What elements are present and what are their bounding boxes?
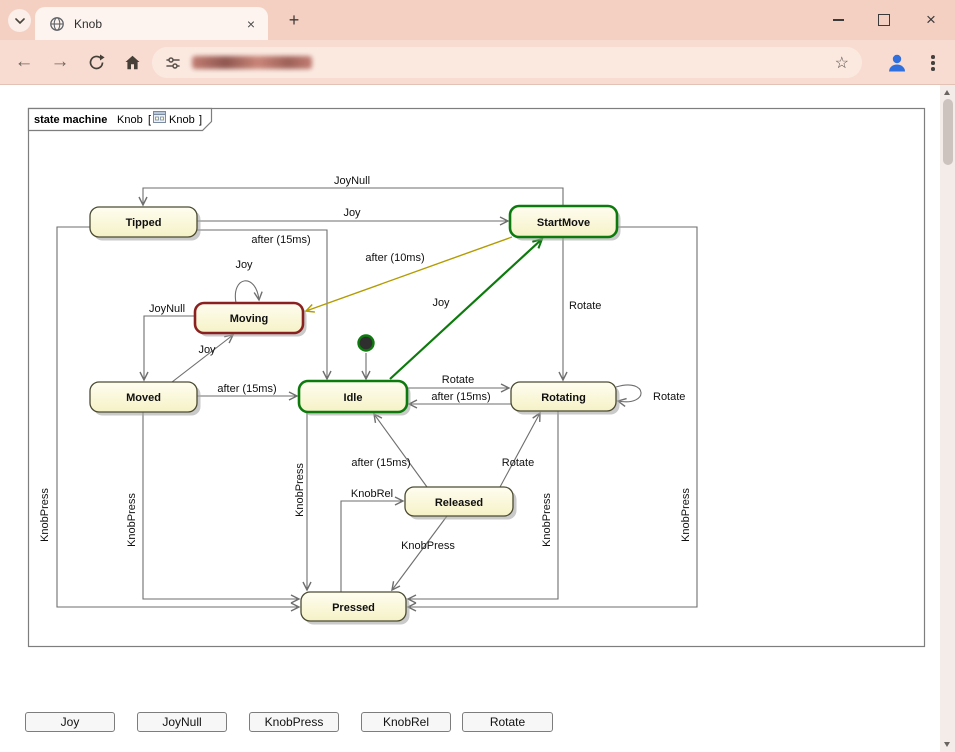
transition-rotating-self-rotate <box>616 385 641 402</box>
label-joy-moved: Joy <box>198 344 216 356</box>
frame-kind-label: state machine <box>34 114 107 126</box>
browser-window: Knob × + × ← → <box>0 0 955 752</box>
new-tab-button[interactable]: + <box>280 6 308 34</box>
transition-released-rotating-rotate <box>500 413 540 487</box>
chevron-down-icon <box>15 18 25 24</box>
transition-released-pressed-knobpress <box>392 516 447 590</box>
tab-strip: Knob × + × <box>0 0 955 40</box>
label-after15-moved: after (15ms) <box>217 383 276 395</box>
label-knobpress-released: KnobPress <box>401 540 455 552</box>
transition-startmove-tipped-joynull <box>143 188 563 206</box>
label-joy-idle: Joy <box>432 297 450 309</box>
transition-pressed-released-knobrel <box>341 501 403 592</box>
frame-open-bracket: [ <box>148 114 151 126</box>
label-knobrel: KnobRel <box>351 488 393 500</box>
tab-search-button[interactable] <box>8 9 31 32</box>
state-moving: Moving <box>195 303 307 337</box>
knobrel-button[interactable]: KnobRel <box>361 712 451 732</box>
transition-moved-moving-joy <box>172 335 233 382</box>
state-startmove: StartMove <box>510 206 621 241</box>
bookmark-star-button[interactable]: ☆ <box>835 53 849 73</box>
state-pressed-label: Pressed <box>332 602 375 614</box>
label-after15-tipped: after (15ms) <box>251 234 310 246</box>
scroll-down-icon[interactable] <box>944 742 950 747</box>
initial-state-node <box>359 336 374 351</box>
label-rotate-idle: Rotate <box>442 374 474 386</box>
label-after15-released: after (15ms) <box>351 457 410 469</box>
state-tipped: Tipped <box>90 207 201 241</box>
close-button[interactable]: × <box>908 0 954 40</box>
minimize-icon <box>833 19 844 21</box>
browser-menu-button[interactable] <box>920 50 946 76</box>
state-startmove-label: StartMove <box>537 217 590 229</box>
forward-button[interactable]: → <box>44 46 76 78</box>
label-knobpress-tipped: KnobPress <box>39 488 51 542</box>
browser-toolbar: ← → ☆ <box>0 40 955 85</box>
tab-title: Knob <box>74 17 242 31</box>
state-tipped-label: Tipped <box>126 217 162 229</box>
knobpress-button[interactable]: KnobPress <box>249 712 339 732</box>
label-joynull-moving: JoyNull <box>149 303 185 315</box>
state-moved-label: Moved <box>126 392 161 404</box>
back-button[interactable]: ← <box>8 46 40 78</box>
minimize-button[interactable] <box>815 0 861 40</box>
state-moved: Moved <box>90 382 201 416</box>
joynull-button[interactable]: JoyNull <box>137 712 227 732</box>
globe-icon <box>49 16 65 32</box>
transition-startmove-moving-after10 <box>306 237 512 311</box>
state-idle-label: Idle <box>344 392 363 404</box>
label-knobpress-moved: KnobPress <box>126 493 138 547</box>
state-pressed: Pressed <box>301 592 410 625</box>
joy-button[interactable]: Joy <box>25 712 115 732</box>
transition-released-idle-after15 <box>374 414 427 487</box>
reload-button[interactable] <box>80 46 112 78</box>
diagram-icon <box>154 112 166 123</box>
frame-name-label: Knob <box>117 114 143 126</box>
state-idle: Idle <box>299 381 411 416</box>
state-rotating: Rotating <box>511 382 620 415</box>
state-rotating-label: Rotating <box>541 392 586 404</box>
page-scrollbar[interactable] <box>940 85 955 752</box>
diagram-frame <box>29 109 925 647</box>
home-icon <box>123 53 142 72</box>
tab-knob[interactable]: Knob × <box>35 7 268 40</box>
frame-ref-label: Knob <box>169 114 195 126</box>
tab-close-button[interactable]: × <box>242 15 260 33</box>
url-text-redacted <box>192 56 312 69</box>
label-rotate-released: Rotate <box>502 457 534 469</box>
transition-tipped-pressed-knobpress <box>57 227 299 607</box>
label-knobpress-idle: KnobPress <box>294 463 306 517</box>
profile-avatar-button[interactable] <box>883 49 910 76</box>
state-released-label: Released <box>435 497 483 509</box>
transition-moving-self-joy <box>235 281 259 303</box>
address-bar[interactable]: ☆ <box>152 47 862 78</box>
maximize-button[interactable] <box>861 0 907 40</box>
label-rotate-self: Rotate <box>653 391 685 403</box>
label-after15-rotating: after (15ms) <box>431 391 490 403</box>
scroll-thumb[interactable] <box>943 99 953 165</box>
frame-close-bracket: ] <box>199 114 202 126</box>
rotate-button[interactable]: Rotate <box>462 712 553 732</box>
label-knobpress-startmove: KnobPress <box>680 488 692 542</box>
label-joy-moving-self: Joy <box>235 259 253 271</box>
maximize-icon <box>878 14 890 26</box>
label-after10: after (10ms) <box>365 252 424 264</box>
state-machine-diagram: state machine Knob [ Knob ] <box>0 85 940 752</box>
site-settings-icon[interactable] <box>165 55 181 71</box>
person-icon <box>885 51 909 75</box>
home-button[interactable] <box>116 46 148 78</box>
state-moving-label: Moving <box>230 313 269 325</box>
state-released: Released <box>405 487 517 520</box>
label-joy-tipped: Joy <box>343 207 361 219</box>
label-rotate-startmove: Rotate <box>569 300 601 312</box>
reload-icon <box>87 53 106 72</box>
scroll-up-icon[interactable] <box>944 90 950 95</box>
label-joynull-top: JoyNull <box>334 175 370 187</box>
label-knobpress-rotating: KnobPress <box>541 493 553 547</box>
page-content: state machine Knob [ Knob ] <box>0 85 940 752</box>
transition-moved-pressed-knobpress <box>143 412 299 599</box>
